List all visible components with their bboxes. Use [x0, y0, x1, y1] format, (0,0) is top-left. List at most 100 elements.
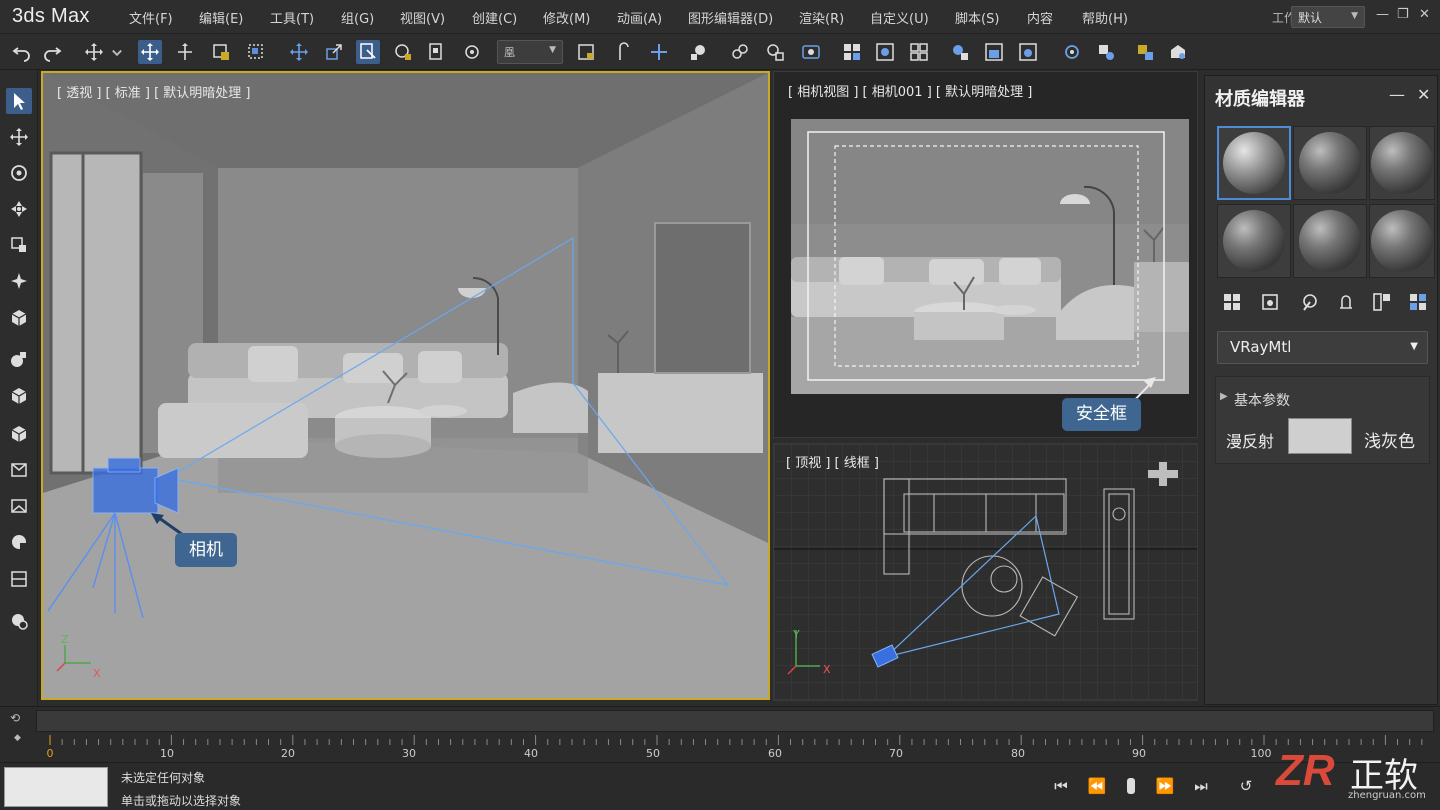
material-slot[interactable] [1217, 126, 1291, 200]
viewport-label[interactable]: [ 透视 ] [ 标准 ] [ 默认明暗处理 ] [57, 82, 251, 101]
show-map-icon[interactable] [1408, 292, 1428, 312]
place-icon[interactable] [356, 40, 380, 64]
undo-icon[interactable] [10, 40, 34, 64]
lights-icon[interactable] [6, 268, 32, 294]
perspective-viewport[interactable]: [ 透视 ] [ 标准 ] [ 默认明暗处理 ] 相机 Z X [41, 71, 770, 700]
menu-content[interactable]: 内容 [1027, 8, 1053, 27]
go-to-end-icon[interactable]: ⏭ [1188, 775, 1214, 797]
vray-frame-buffer-icon[interactable] [1166, 40, 1190, 64]
menu-file[interactable]: 文件(F) [129, 8, 173, 27]
schematic-view-icon[interactable] [799, 40, 823, 64]
key-mode-icon[interactable]: ↺ [1233, 775, 1259, 797]
curve-editor-icon[interactable] [763, 40, 787, 64]
reference-icon[interactable] [424, 40, 448, 64]
menu-rendering[interactable]: 渲染(R) [799, 8, 844, 27]
material-slot[interactable] [1217, 204, 1291, 278]
select-arrow-icon[interactable] [6, 88, 32, 114]
viewport-label[interactable]: [ 顶视 ] [ 线框 ] [786, 452, 879, 471]
select-link-icon[interactable] [82, 40, 106, 64]
menu-edit[interactable]: 编辑(E) [199, 8, 243, 27]
reset-map-icon[interactable] [1336, 292, 1356, 312]
time-config-icon[interactable]: ⟲ [10, 711, 20, 725]
next-frame-icon[interactable]: ⏩ [1152, 775, 1178, 797]
menu-modify[interactable]: 修改(M) [543, 8, 590, 27]
camera-viewport[interactable]: [ 相机视图 ] [ 相机001 ] [ 默认明暗处理 ] 安全框 [773, 71, 1198, 438]
assign-material-icon[interactable] [1300, 292, 1320, 312]
named-selection-icon[interactable] [574, 40, 598, 64]
plane-icon[interactable] [6, 457, 32, 483]
menu-tools[interactable]: 工具(T) [270, 8, 314, 27]
track-bar[interactable]: 0 10 20 30 40 50 60 70 80 90 100 [36, 735, 1434, 761]
top-viewport[interactable]: [ 顶视 ] [ 线框 ] Y X [773, 443, 1198, 701]
select-move-icon[interactable] [173, 40, 197, 64]
menu-views[interactable]: 视图(V) [400, 8, 445, 27]
material-slot[interactable] [1369, 126, 1435, 200]
menu-graph-editors[interactable]: 图形编辑器(D) [688, 8, 773, 27]
redo-icon[interactable] [40, 40, 64, 64]
material-editor-icon[interactable] [840, 40, 864, 64]
select-object-icon[interactable] [138, 40, 162, 64]
put-to-scene-icon[interactable] [1260, 292, 1280, 312]
get-material-icon[interactable] [1222, 292, 1242, 312]
move-icon[interactable] [287, 40, 311, 64]
maxscript-listener-box[interactable] [4, 767, 108, 807]
time-slider[interactable] [36, 710, 1434, 732]
menu-scripting[interactable]: 脚本(S) [955, 8, 999, 27]
select-by-name-icon[interactable] [209, 40, 233, 64]
hierarchy-icon[interactable] [6, 566, 32, 592]
close-icon[interactable]: ✕ [1417, 85, 1430, 104]
menu-customize[interactable]: 自定义(U) [870, 8, 929, 27]
close-icon[interactable]: ✕ [1419, 7, 1430, 22]
material-slot[interactable] [1293, 126, 1367, 200]
menu-create[interactable]: 创建(C) [472, 8, 517, 27]
box-icon[interactable] [6, 382, 32, 408]
material-type-dropdown[interactable]: VRayMtl ▼ [1217, 331, 1428, 364]
menu-help[interactable]: 帮助(H) [1082, 8, 1128, 27]
cube-icon[interactable] [6, 420, 32, 446]
rotate-tool-icon[interactable] [6, 160, 32, 186]
link-icon[interactable] [728, 40, 752, 64]
mirror-icon[interactable] [612, 40, 636, 64]
rollout-title[interactable]: 基本参数 [1234, 390, 1290, 410]
sphere-tool-icon[interactable] [6, 529, 32, 555]
viewport-lighting-icon[interactable] [1060, 40, 1084, 64]
move-tool-icon[interactable] [6, 124, 32, 150]
minimize-icon[interactable]: — [1376, 7, 1389, 22]
workspace-select[interactable]: 默认 ▼ [1291, 6, 1365, 28]
create-icon[interactable] [6, 232, 32, 258]
previous-frame-icon[interactable]: ⏪ [1084, 775, 1110, 797]
shapes-icon[interactable] [6, 346, 32, 372]
modifier-icon[interactable] [6, 493, 32, 519]
chevron-down-icon[interactable] [110, 40, 124, 64]
material-slot[interactable] [1293, 204, 1367, 278]
render-iterative-icon[interactable] [1016, 40, 1040, 64]
utilities-icon[interactable] [6, 608, 32, 634]
scale-icon[interactable] [322, 40, 346, 64]
chevron-icon[interactable]: ◆ [14, 733, 21, 743]
go-to-start-icon[interactable]: ⏮ [1048, 775, 1074, 797]
snap-icon[interactable] [391, 40, 415, 64]
make-unique-icon[interactable] [1372, 292, 1392, 312]
axis-y-label: Y [793, 628, 800, 641]
vray-settings-icon[interactable] [1094, 40, 1118, 64]
region-select-icon[interactable] [244, 40, 268, 64]
render-frame-icon[interactable] [907, 40, 931, 64]
diffuse-color-swatch[interactable] [1288, 418, 1352, 454]
menu-animation[interactable]: 动画(A) [617, 8, 662, 27]
material-slot[interactable] [1369, 204, 1435, 278]
menu-group[interactable]: 组(G) [341, 8, 374, 27]
scale-tool-icon[interactable] [6, 196, 32, 222]
minimize-icon[interactable]: — [1389, 85, 1405, 104]
vray-light-icon[interactable] [1133, 40, 1157, 64]
restore-icon[interactable]: ❐ [1397, 7, 1409, 22]
render-production-icon[interactable] [948, 40, 972, 64]
layer-icon[interactable] [686, 40, 710, 64]
pivot-icon[interactable] [460, 40, 484, 64]
render-setup-icon[interactable] [873, 40, 897, 64]
geometry-icon[interactable] [6, 304, 32, 330]
chevron-right-icon[interactable]: ▶ [1220, 391, 1228, 402]
align-icon[interactable] [647, 40, 671, 64]
render-window-icon[interactable] [982, 40, 1006, 64]
play-icon[interactable] [1118, 775, 1144, 797]
selection-set-dropdown[interactable]: 凰 ▼ [497, 40, 563, 64]
